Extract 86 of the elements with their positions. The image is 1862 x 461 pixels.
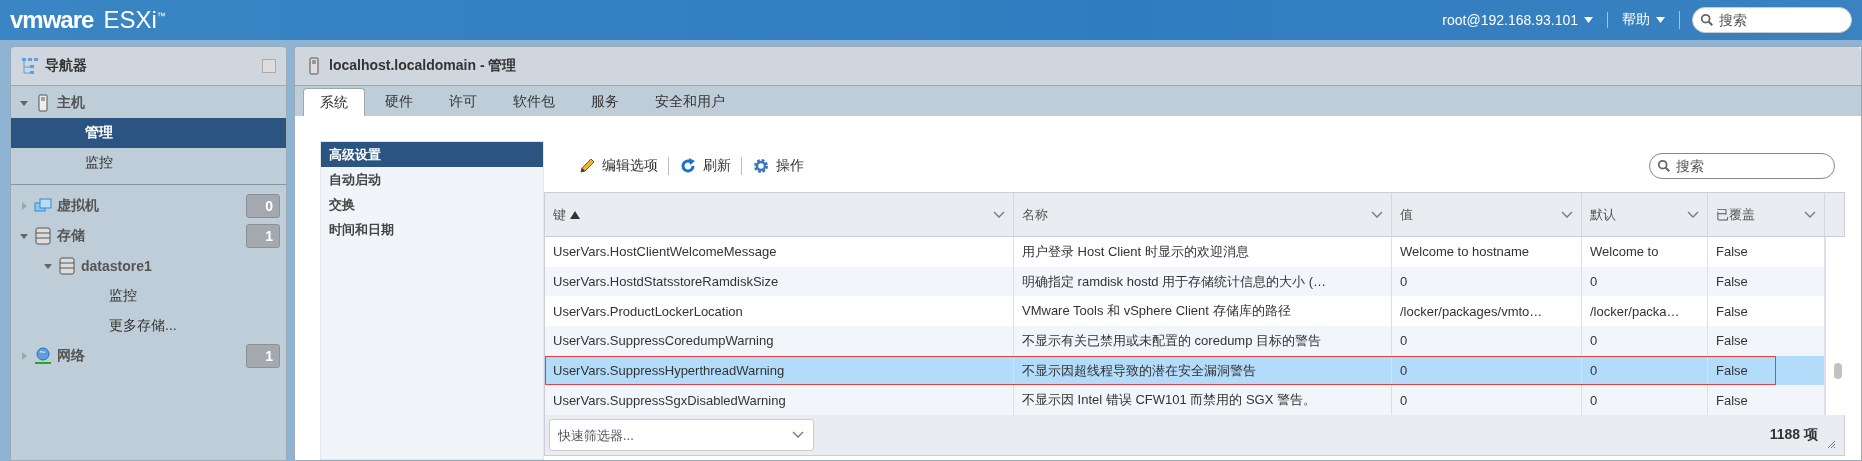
chevron-icon xyxy=(1371,210,1383,219)
column-header[interactable]: 值 xyxy=(1392,193,1582,236)
chevron-icon xyxy=(792,431,804,440)
tree-item[interactable]: 存储 1 xyxy=(11,221,286,251)
tab[interactable]: 许可 xyxy=(433,88,493,116)
tree-item[interactable]: 管理 xyxy=(11,118,286,148)
pencil-icon xyxy=(578,157,596,175)
tab[interactable]: 硬件 xyxy=(369,88,429,116)
toolbar-button[interactable]: 编辑选项 xyxy=(568,157,668,175)
tree-icon xyxy=(21,57,39,75)
toolbar-button[interactable]: 刷新 xyxy=(669,157,741,175)
page-title: localhost.localdomain - 管理 xyxy=(329,57,517,75)
search-icon xyxy=(1657,159,1671,173)
search-field[interactable]: 搜索 xyxy=(1692,7,1852,33)
caret-icon xyxy=(1656,17,1665,23)
collapse-caret-icon xyxy=(19,201,29,211)
table-cell: Welcome to hostname xyxy=(1392,237,1582,267)
tab[interactable]: 软件包 xyxy=(497,88,571,116)
count-badge: 1 xyxy=(246,344,280,368)
table-row[interactable]: UserVars.SuppressHyperthreadWarning 不显示因超线程导致的潜在安全漏洞警告 0 0 False xyxy=(545,355,1825,386)
column-header[interactable]: 键 xyxy=(545,193,1014,236)
table-cell: 0 xyxy=(1392,385,1582,416)
expand-caret-icon xyxy=(43,261,53,271)
user-menu[interactable]: root@192.168.93.101 xyxy=(1428,12,1608,28)
tree-item[interactable]: datastore1 xyxy=(11,251,286,281)
table-cell: 不显示有关已禁用或未配置的 coredump 目标的警告 xyxy=(1014,326,1392,356)
chevron-icon xyxy=(1804,210,1816,219)
column-header[interactable]: 默认 xyxy=(1582,193,1708,236)
item-count: 1188 项 xyxy=(1769,426,1818,445)
table-cell: 明确指定 ramdisk hostd 用于存储统计信息的大小 (… xyxy=(1014,266,1392,297)
scrollbar-thumb[interactable] xyxy=(1834,363,1842,379)
database-icon xyxy=(58,257,76,275)
globe-icon xyxy=(34,347,52,365)
table-cell: UserVars.HostClientWelcomeMessage xyxy=(545,237,1014,267)
search-field[interactable]: 搜索 xyxy=(1649,153,1835,179)
tree-item[interactable]: 更多存储... xyxy=(11,311,286,341)
table-cell: UserVars.SuppressCoredumpWarning xyxy=(545,326,1014,356)
settings-icon xyxy=(752,157,770,175)
table-cell: 不显示因 Intel 错误 CFW101 而禁用的 SGX 警告。 xyxy=(1014,385,1392,416)
count-badge: 1 xyxy=(246,224,280,248)
chevron-icon xyxy=(1687,210,1699,219)
table-cell: 0 xyxy=(1392,326,1582,356)
table-cell: 用户登录 Host Client 时显示的欢迎消息 xyxy=(1014,237,1392,267)
table-cell: 0 xyxy=(1582,385,1708,416)
tree-item[interactable]: 监控 xyxy=(11,281,286,311)
expand-caret-icon xyxy=(19,231,29,241)
brand-logo: vmware xyxy=(10,6,94,34)
database-icon xyxy=(34,227,52,245)
collapse-icon[interactable] xyxy=(262,59,276,73)
help-menu[interactable]: 帮助 xyxy=(1608,11,1680,29)
toolbar-button[interactable]: 操作 xyxy=(742,157,814,175)
table-cell: UserVars.HostdStatsstoreRamdiskSize xyxy=(545,266,1014,297)
quick-filter-dropdown[interactable]: 快速筛选器... xyxy=(549,419,814,452)
refresh-icon xyxy=(679,157,697,175)
menu-item[interactable]: 高级设置 xyxy=(321,142,543,167)
tab[interactable]: 服务 xyxy=(575,88,635,116)
table-row[interactable]: UserVars.SuppressSgxDisabledWarning 不显示因 Intel 错误 CFW101 而禁用的 SGX 警告。 0 0 False xyxy=(545,385,1825,416)
column-header[interactable]: 名称 xyxy=(1014,193,1392,236)
product-name: ESXi$^{™}$ xyxy=(103,6,166,34)
resize-grip-icon[interactable] xyxy=(1826,439,1836,450)
table-cell: UserVars.SuppressSgxDisabledWarning xyxy=(545,385,1014,416)
menu-item[interactable]: 时间和日期 xyxy=(321,217,543,242)
tree-item[interactable]: 虚拟机 0 xyxy=(11,191,286,221)
table-cell: 0 xyxy=(1392,266,1582,297)
collapse-caret-icon xyxy=(19,351,29,361)
navigator-title: 导航器 xyxy=(45,57,88,75)
menu-item[interactable]: 自动启动 xyxy=(321,167,543,192)
tab[interactable]: 安全和用户 xyxy=(639,88,741,116)
tree-item[interactable]: 主机 xyxy=(11,88,286,118)
chevron-icon xyxy=(1561,210,1573,219)
chevron-icon xyxy=(993,210,1005,219)
tree-item[interactable]: 网络 1 xyxy=(11,341,286,371)
table-cell: 0 xyxy=(1582,326,1708,356)
count-badge: 0 xyxy=(246,194,280,218)
table-cell: Welcome to xyxy=(1582,237,1708,267)
menu-item[interactable]: 交换 xyxy=(321,192,543,217)
tab[interactable]: 系统 xyxy=(303,88,365,116)
expand-caret-icon xyxy=(19,98,29,108)
tree-item[interactable]: 监控 xyxy=(11,148,286,178)
column-header[interactable]: 已覆盖 xyxy=(1708,193,1825,236)
caret-icon xyxy=(1584,17,1593,23)
search-icon xyxy=(1700,13,1714,27)
table-row[interactable]: UserVars.SuppressCoredumpWarning 不显示有关已禁用或未配置的 coredump 目标的警告 0 0 False xyxy=(545,326,1825,356)
windows-icon xyxy=(34,197,52,215)
table-cell: 0 xyxy=(1582,266,1708,297)
table-row[interactable]: UserVars.HostdStatsstoreRamdiskSize 明确指定 ramdisk hostd 用于存储统计信息的大小 (… 0 0 False xyxy=(545,266,1825,297)
